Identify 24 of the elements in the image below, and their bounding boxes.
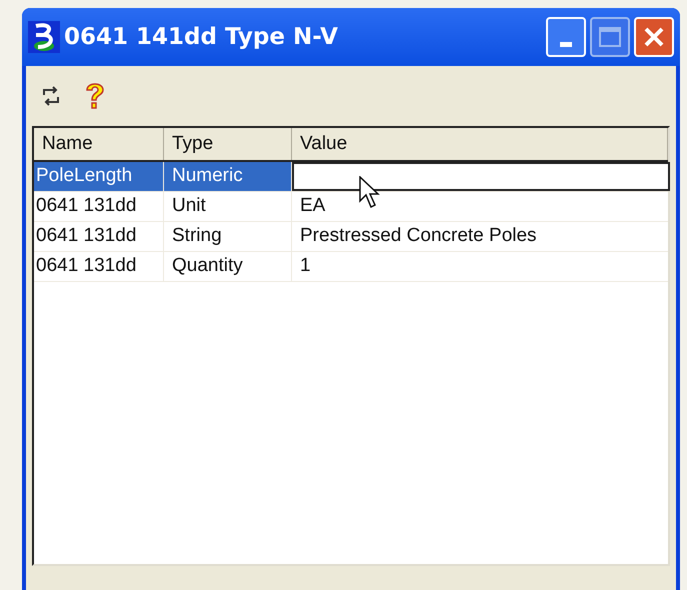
maximize-icon — [599, 27, 621, 47]
table-cell[interactable]: 0641 131dd — [34, 192, 164, 221]
table-cell[interactable]: Prestressed Concrete Poles — [292, 222, 668, 251]
app-logo-icon — [28, 21, 60, 53]
column-header[interactable]: Type — [164, 128, 292, 160]
table-cell[interactable]: 1 — [292, 252, 668, 281]
column-header[interactable]: Name — [34, 128, 164, 160]
table-cell[interactable]: String — [164, 222, 292, 251]
value-input-field[interactable] — [292, 162, 670, 191]
close-icon — [643, 26, 665, 48]
table-cell[interactable]: Numeric — [164, 162, 292, 191]
column-header[interactable]: Value — [292, 128, 668, 160]
table-cell[interactable]: Quantity — [164, 252, 292, 281]
maximize-button[interactable] — [590, 17, 630, 57]
close-button[interactable] — [634, 17, 674, 57]
table-cell[interactable]: Unit — [164, 192, 292, 221]
table-cell[interactable]: 0641 131dd — [34, 252, 164, 281]
table-cell[interactable]: PoleLength — [34, 162, 164, 191]
table-cell[interactable]: EA — [292, 192, 668, 221]
minimize-icon — [560, 42, 572, 47]
minimize-button[interactable] — [546, 17, 586, 57]
mouse-cursor-icon — [359, 176, 383, 210]
table-cell[interactable]: 0641 131dd — [34, 222, 164, 251]
window-title: 0641 141dd Type N-V — [64, 22, 339, 52]
